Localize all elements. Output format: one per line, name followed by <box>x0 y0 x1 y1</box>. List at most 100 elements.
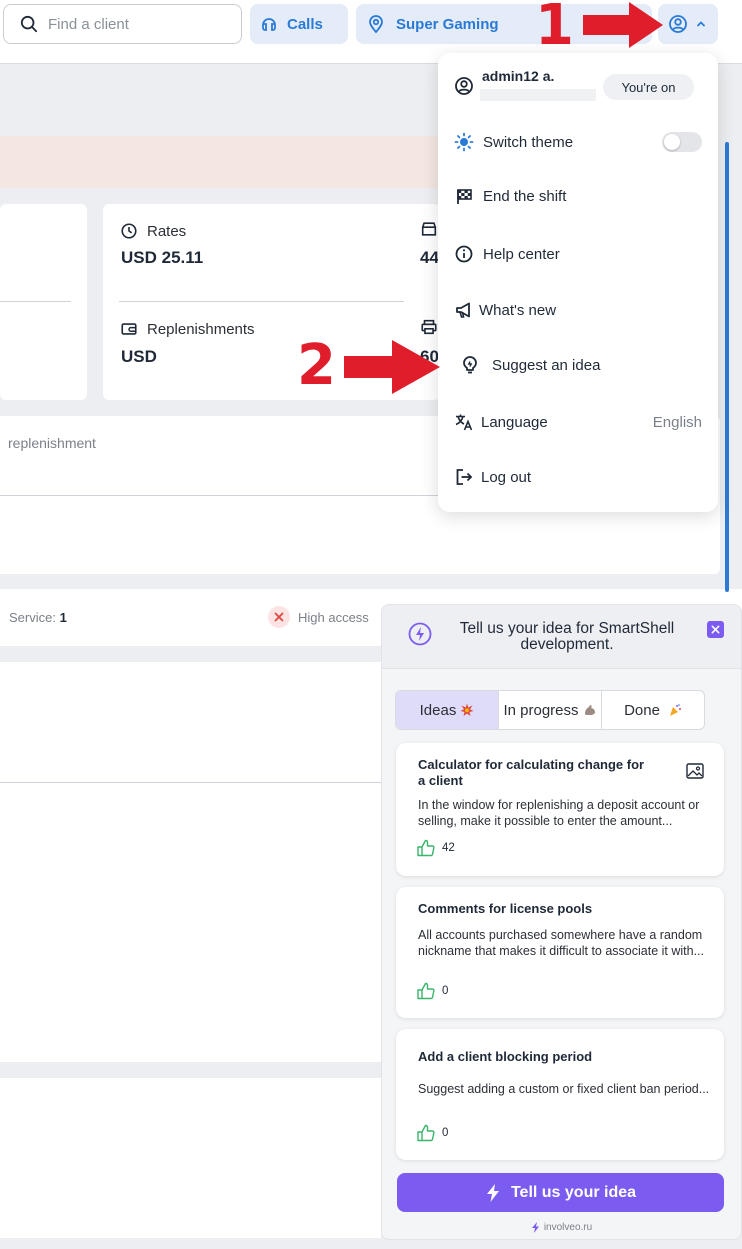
divider <box>0 782 381 783</box>
powered-by-link[interactable]: involveo.ru <box>382 1222 741 1233</box>
replenishments-label: Replenishments <box>147 320 255 338</box>
printer-icon <box>421 319 437 335</box>
divider <box>119 301 404 302</box>
idea-card[interactable]: Calculator for calculating change for a … <box>396 743 724 876</box>
scrollbar[interactable] <box>725 142 729 592</box>
annotation-number-2: 2 <box>297 333 336 398</box>
idea-title: Calculator for calculating change for a … <box>418 757 645 788</box>
user-avatar-icon <box>669 15 687 33</box>
clock-icon <box>121 223 137 239</box>
widget-close-button[interactable] <box>707 621 724 638</box>
menu-item-help-center[interactable]: Help center <box>454 239 702 269</box>
tab-ideas[interactable]: Ideas <box>396 691 499 729</box>
service-value: 1 <box>59 610 67 625</box>
thumbs-up-icon <box>417 982 435 1000</box>
replenishments-value: USD <box>121 347 157 366</box>
thumbs-up-icon <box>417 839 435 857</box>
lightning-icon <box>531 1222 539 1233</box>
username: admin12 a. <box>482 68 555 84</box>
ideas-tabs: Ideas In progress Done <box>395 690 705 730</box>
like-button[interactable]: 0 <box>416 1123 448 1143</box>
menu-item-label: Help center <box>483 245 560 263</box>
tab-done[interactable]: Done <box>602 691 704 729</box>
tab-in-progress[interactable]: In progress <box>499 691 602 729</box>
language-value: English <box>652 413 702 431</box>
close-icon <box>711 625 720 634</box>
menu-item-label: What's new <box>479 301 557 319</box>
thumbs-up-icon <box>417 1124 435 1142</box>
tab-label: In progress <box>503 701 579 719</box>
menu-item-suggest-idea[interactable]: Suggest an idea <box>454 350 702 380</box>
megaphone-icon <box>456 302 470 318</box>
tab-label: Ideas <box>419 701 457 719</box>
widget-header: Tell us your idea for SmartShell develop… <box>382 605 741 669</box>
lightbulb-icon <box>463 356 477 374</box>
idea-title: Comments for license pools <box>418 901 593 916</box>
chevron-up-icon <box>697 21 705 27</box>
club-label: Super Gaming <box>396 15 499 33</box>
menu-item-switch-theme[interactable]: Switch theme <box>454 127 702 157</box>
client-search-input[interactable]: Find a client <box>3 4 242 44</box>
idea-description: In the window for replenishing a deposit… <box>418 798 700 828</box>
like-count: 0 <box>442 985 449 997</box>
checkered-flag-icon <box>457 189 472 204</box>
idea-card[interactable]: Add a client blocking period Suggest add… <box>396 1029 724 1160</box>
menu-item-whats-new[interactable]: What's new <box>454 295 702 325</box>
info-icon <box>455 245 473 263</box>
stats-card-left <box>0 204 87 400</box>
service-label: Service: <box>9 610 56 625</box>
service-stat: Service: 1 <box>9 610 67 625</box>
idea-description: All accounts purchased somewhere have a … <box>418 928 705 958</box>
search-placeholder: Find a client <box>48 15 129 33</box>
ideas-widget: Tell us your idea for SmartShell develop… <box>381 604 742 1240</box>
idea-description: Suggest adding a custom or fixed client … <box>418 1082 710 1096</box>
menu-item-log-out[interactable]: Log out <box>454 462 702 492</box>
idea-title: Add a client blocking period <box>418 1049 593 1064</box>
muscle-icon <box>584 705 595 715</box>
tab-label: Done <box>624 701 660 719</box>
notice-banner <box>0 136 440 188</box>
widget-title: Tell us your idea for SmartShell develop… <box>459 620 675 653</box>
like-button[interactable]: 0 <box>416 981 448 1001</box>
sun-icon <box>454 132 474 152</box>
translate-icon <box>455 414 473 431</box>
menu-item-label: End the shift <box>483 187 567 205</box>
user-menu-button[interactable] <box>658 4 718 44</box>
partial-value-1: 44 <box>420 248 439 267</box>
rates-label: Rates <box>147 222 187 240</box>
footer-text: involveo.ru <box>543 1222 593 1233</box>
lightning-icon <box>486 1183 499 1202</box>
like-button[interactable]: 42 <box>416 838 455 858</box>
cta-label: Tell us your idea <box>510 1183 637 1201</box>
rates-stat: Rates <box>120 222 186 240</box>
idea-card[interactable]: Comments for license pools All accounts … <box>396 887 724 1018</box>
user-dropdown-menu: admin12 a. You're on Switch theme End th… <box>438 53 718 512</box>
divider <box>0 301 71 302</box>
tell-us-idea-button[interactable]: Tell us your idea <box>397 1173 724 1212</box>
annotation-arrow-1 <box>583 2 663 48</box>
divider <box>0 495 440 496</box>
high-access-label: High access <box>298 609 369 625</box>
menu-item-end-shift[interactable]: End the shift <box>454 181 702 211</box>
replenishment-text: replenishment <box>8 435 96 451</box>
menu-item-language[interactable]: Language English <box>454 407 702 437</box>
high-access-badge: High access <box>268 606 369 628</box>
content-panel <box>0 662 381 1062</box>
like-count: 42 <box>442 842 455 854</box>
logout-icon <box>456 469 473 485</box>
close-x-icon <box>268 606 290 628</box>
calls-button[interactable]: Calls <box>250 4 348 44</box>
annotation-arrow-2 <box>344 340 440 394</box>
like-count: 0 <box>442 1127 449 1139</box>
menu-item-label: Suggest an idea <box>492 356 601 374</box>
menu-item-label: Switch theme <box>483 133 574 151</box>
lightning-circle-icon <box>408 622 432 646</box>
replenishments-stat: Replenishments <box>120 320 255 338</box>
location-pin-icon <box>369 15 383 34</box>
user-circle-icon <box>455 77 473 95</box>
content-panel-lower <box>0 1078 381 1238</box>
shift-status-badge: You're on <box>603 74 694 100</box>
theme-toggle[interactable] <box>662 132 702 152</box>
rates-value: USD 25.11 <box>121 248 204 267</box>
explosion-icon <box>460 703 474 716</box>
